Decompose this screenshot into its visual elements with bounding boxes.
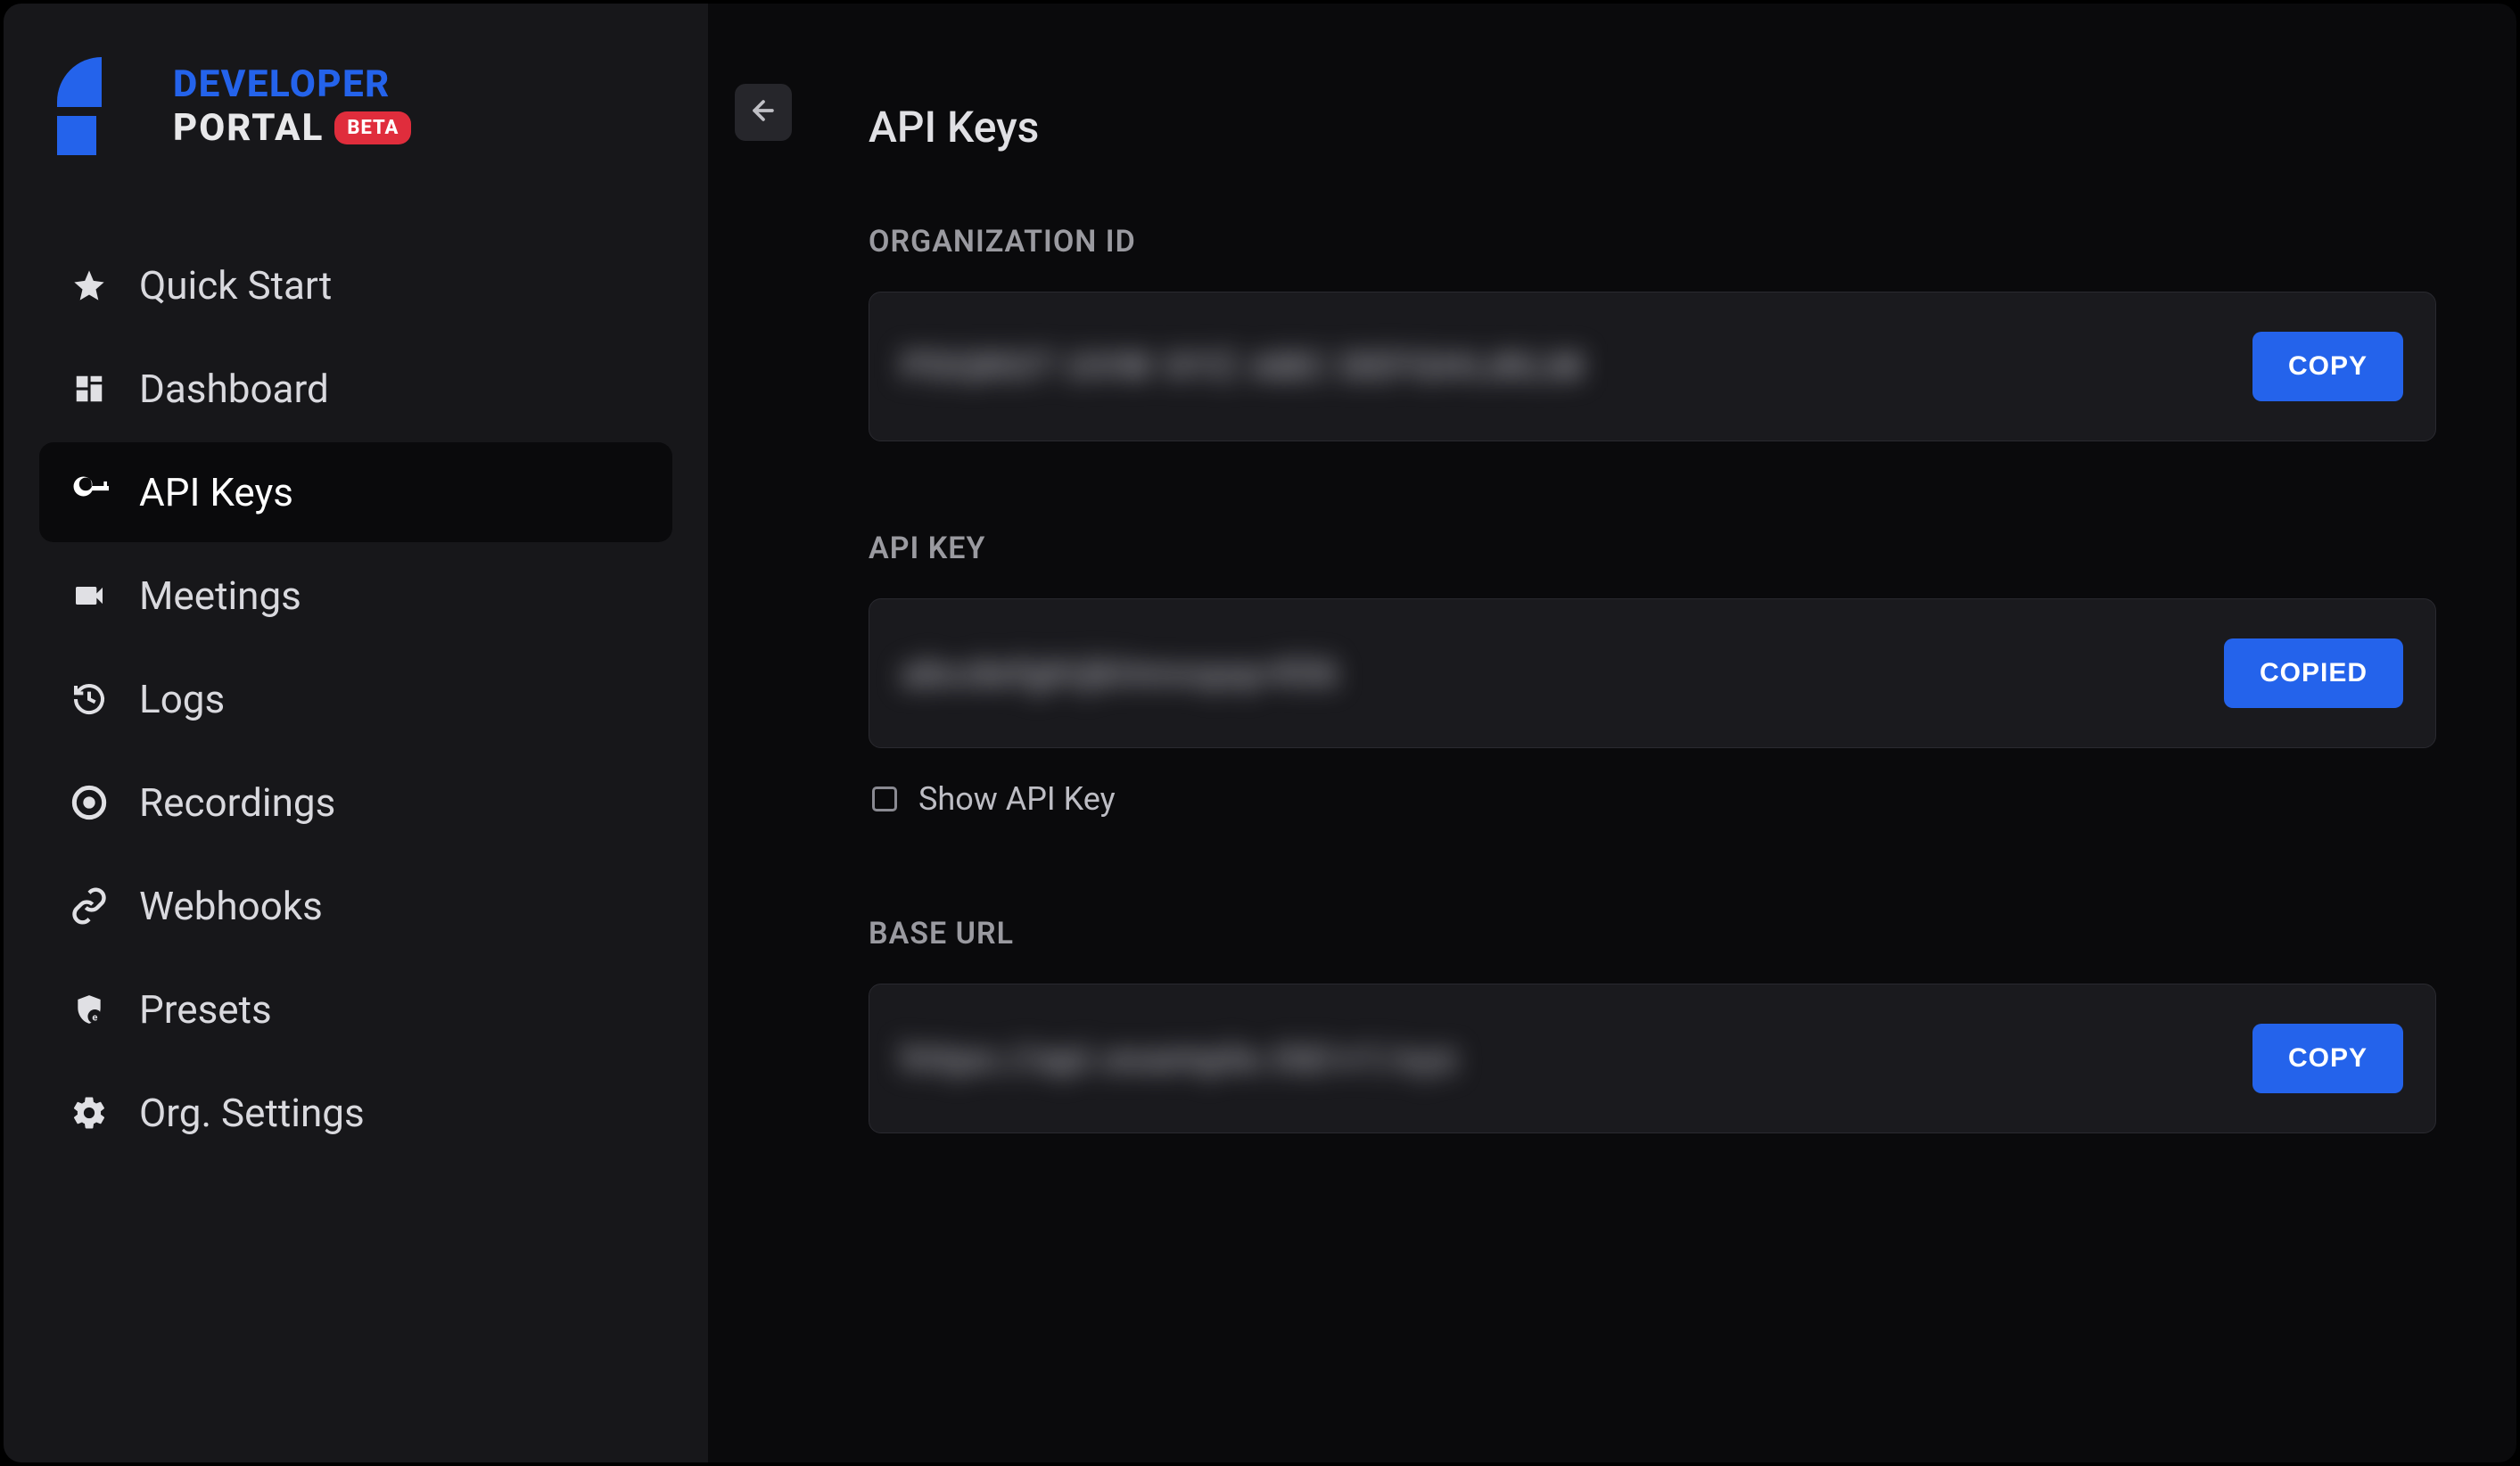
api-key-box: abcdefghijklmnopqr456 COPIED	[869, 598, 2436, 748]
sidebar-item-presets[interactable]: e Presets	[39, 959, 672, 1059]
logo-icon	[57, 57, 146, 155]
sidebar-item-label: API Keys	[139, 469, 293, 515]
logo-block: DEVELOPER PORTAL BETA	[39, 57, 672, 155]
beta-badge: BETA	[334, 111, 411, 144]
org-id-value: PDQRST UVW XYZ ABC DEFGHIJKLM	[902, 345, 1585, 389]
svg-text:e: e	[92, 1012, 97, 1024]
api-key-label: API KEY	[869, 531, 2436, 566]
api-key-value: abcdefghijklmnopqr456	[902, 652, 1339, 696]
field-api-key: API KEY abcdefghijklmnopqr456 COPIED Sho…	[869, 531, 2436, 818]
base-url-value: https://api.example.tld/v1/xyz	[902, 1037, 1459, 1081]
field-org-id: ORGANIZATION ID PDQRST UVW XYZ ABC DEFGH…	[869, 224, 2436, 441]
logo-text: DEVELOPER PORTAL BETA	[173, 62, 411, 150]
back-button[interactable]	[735, 84, 792, 141]
sidebar-item-quick-start[interactable]: Quick Start	[39, 235, 672, 335]
show-api-key-checkbox[interactable]: Show API Key	[869, 780, 2436, 818]
copy-api-key-button[interactable]: COPIED	[2224, 638, 2403, 708]
sidebar-item-label: Meetings	[139, 572, 301, 619]
nav-list: Quick Start Dashboard API Keys Meetings	[39, 235, 672, 1163]
checkbox-icon	[872, 787, 897, 811]
shield-icon: e	[70, 990, 109, 1029]
logo-line1: DEVELOPER	[173, 62, 411, 106]
sidebar-item-label: Logs	[139, 676, 225, 722]
sidebar-item-dashboard[interactable]: Dashboard	[39, 339, 672, 439]
field-base-url: BASE URL https://api.example.tld/v1/xyz …	[869, 916, 2436, 1133]
show-api-key-label: Show API Key	[918, 780, 1116, 818]
copy-base-url-button[interactable]: COPY	[2252, 1024, 2403, 1093]
arrow-left-icon	[748, 95, 778, 129]
org-id-box: PDQRST UVW XYZ ABC DEFGHIJKLM COPY	[869, 292, 2436, 441]
base-url-box: https://api.example.tld/v1/xyz COPY	[869, 984, 2436, 1133]
sidebar-item-logs[interactable]: Logs	[39, 649, 672, 749]
history-icon	[70, 679, 109, 719]
sidebar-item-label: Recordings	[139, 779, 335, 826]
dashboard-icon	[70, 369, 109, 408]
base-url-label: BASE URL	[869, 916, 2436, 951]
sidebar-item-label: Org. Settings	[139, 1090, 365, 1136]
sidebar-item-label: Webhooks	[139, 883, 323, 929]
app-shell: DEVELOPER PORTAL BETA Quick Start Dashbo…	[0, 0, 2520, 1466]
sidebar-item-recordings[interactable]: Recordings	[39, 753, 672, 852]
link-icon	[70, 886, 109, 926]
key-icon	[70, 473, 109, 512]
video-icon	[70, 576, 109, 615]
sidebar-item-meetings[interactable]: Meetings	[39, 546, 672, 646]
sidebar: DEVELOPER PORTAL BETA Quick Start Dashbo…	[4, 4, 708, 1462]
copy-org-id-button[interactable]: COPY	[2252, 332, 2403, 401]
main-content: API Keys ORGANIZATION ID PDQRST UVW XYZ …	[708, 4, 2516, 1462]
sidebar-item-webhooks[interactable]: Webhooks	[39, 856, 672, 956]
sidebar-item-label: Dashboard	[139, 366, 329, 412]
page-title: API Keys	[869, 102, 2436, 152]
record-icon	[70, 783, 109, 822]
gear-icon	[70, 1093, 109, 1132]
sidebar-item-api-keys[interactable]: API Keys	[39, 442, 672, 542]
sidebar-item-org-settings[interactable]: Org. Settings	[39, 1063, 672, 1163]
logo-line2: PORTAL	[173, 106, 324, 150]
sidebar-item-label: Presets	[139, 986, 272, 1033]
sidebar-item-label: Quick Start	[139, 262, 332, 309]
star-icon	[70, 266, 109, 305]
org-id-label: ORGANIZATION ID	[869, 224, 2436, 259]
